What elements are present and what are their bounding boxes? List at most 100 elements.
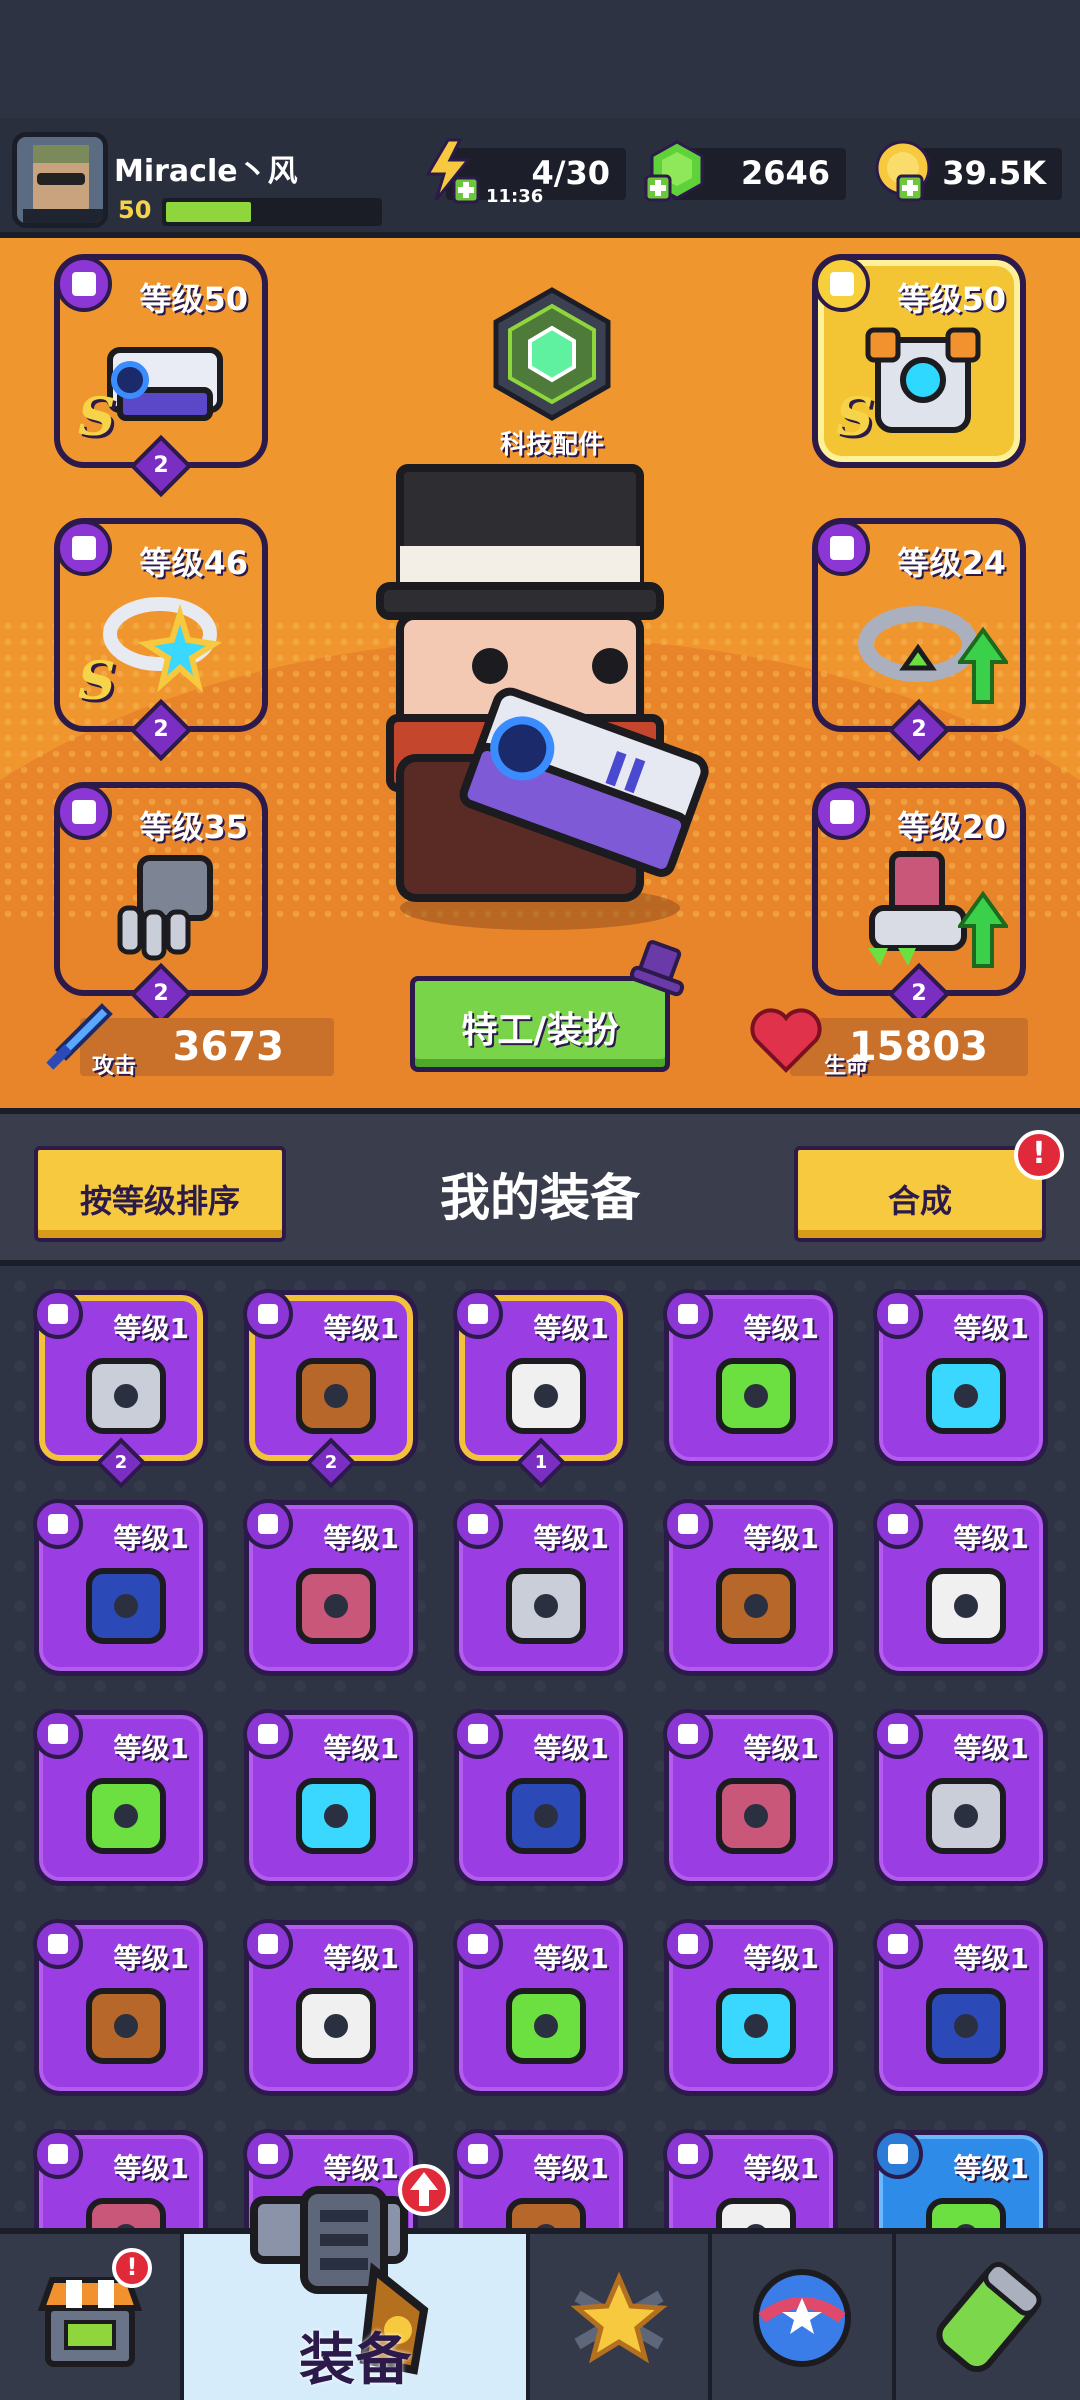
merge-button[interactable]: 合成	[794, 1146, 1046, 1242]
slot-level: 等级20	[897, 808, 1006, 846]
star-belt-icon	[506, 1778, 586, 1854]
boots-icon	[506, 2198, 586, 2228]
item-type-icon	[873, 1919, 923, 1969]
item-type-icon	[453, 1919, 503, 1969]
slot-rank: S	[836, 387, 874, 448]
frost-claw-icon	[716, 1778, 796, 1854]
armor-type-icon	[814, 256, 870, 312]
gold-belt-icon	[296, 1778, 376, 1854]
hp-value: 15803	[848, 1024, 988, 1070]
green-gauntlet-icon	[296, 1988, 376, 2064]
frost-claw-icon	[926, 1778, 1006, 1854]
item-level: 等级1	[113, 1312, 189, 1345]
inventory-item[interactable]: 等级1	[873, 1499, 1048, 1676]
nav-tab-lab[interactable]	[896, 2234, 1080, 2400]
nav-tab-shop[interactable]: !	[0, 2234, 184, 2400]
agent-costume-button[interactable]: 特工/装扮	[410, 940, 685, 1072]
item-type-icon	[453, 1289, 503, 1339]
inventory-item[interactable]: 等级1	[33, 1709, 208, 1886]
player-name: Miracle丶风	[114, 154, 298, 189]
nav-tab-battle[interactable]	[530, 2234, 712, 2400]
star-ring-icon	[103, 597, 223, 693]
upgrade-available-icon	[398, 2164, 450, 2216]
item-level: 等级1	[533, 2152, 609, 2185]
item-type-icon	[33, 1919, 83, 1969]
inventory-item[interactable]: 等级1	[663, 1289, 838, 1466]
inventory-item[interactable]: 等级1	[663, 1709, 838, 1886]
status-bar	[0, 0, 1080, 118]
nav-tab-world[interactable]	[712, 2234, 896, 2400]
item-level: 等级1	[743, 1942, 819, 1975]
inventory-item[interactable]: 等级1	[873, 1709, 1048, 1886]
coin-counter[interactable]: 39.5K	[875, 140, 1062, 202]
inventory-item[interactable]: 等级1	[453, 1919, 628, 2096]
inventory-item[interactable]: 等级1	[33, 1499, 208, 1676]
item-type-icon	[243, 1289, 293, 1339]
inventory-item[interactable]: 等级1	[33, 1919, 208, 2096]
slot-stars: 2	[153, 981, 169, 1006]
item-level: 等级1	[953, 1312, 1029, 1345]
inventory-item[interactable]: 等级1	[663, 1919, 838, 2096]
inventory-item[interactable]: 等级1	[243, 1709, 418, 1886]
equipped-belt-slot[interactable]: 等级24 2	[812, 518, 1026, 762]
inventory-item[interactable]: 等级1	[33, 2129, 208, 2228]
item-type-icon	[243, 1709, 293, 1759]
steel-gauntlet-icon	[117, 855, 213, 961]
avatar-suit	[23, 209, 103, 223]
item-level: 等级1	[113, 1732, 189, 1765]
inventory-item[interactable]: 等级1	[873, 1289, 1048, 1466]
boots-type-icon	[814, 784, 870, 840]
lightning-plus-icon	[425, 138, 480, 204]
equipped-boots-slot[interactable]: 等级20 2	[812, 782, 1026, 1026]
inventory-item[interactable]: 等级1	[663, 1499, 838, 1676]
item-stars: 2	[324, 1452, 338, 1473]
inventory-item[interactable]: 等级1	[663, 2129, 838, 2228]
claw-boots-icon	[716, 1988, 796, 2064]
energy-timer: 11:36	[486, 186, 544, 207]
heart-icon	[750, 1008, 822, 1073]
kunai-icon	[716, 1358, 796, 1434]
xp-bar	[162, 198, 382, 226]
attack-value: 3673	[172, 1024, 284, 1070]
avatar[interactable]	[12, 132, 108, 228]
slot-stars: 2	[153, 453, 169, 478]
equipped-glove-slot[interactable]: 等级35 2	[54, 782, 268, 1026]
inventory-item[interactable]: 等级1 2	[33, 1289, 208, 1489]
inventory-toolbar: 按等级排序 我的装备 合成 !	[0, 1108, 1080, 1266]
item-level: 等级1	[743, 2152, 819, 2185]
inventory-item[interactable]: 等级1	[873, 2129, 1048, 2228]
xp-bar-fill	[166, 202, 251, 222]
inventory-item[interactable]: 等级1	[453, 1709, 628, 1886]
kunai-icon	[86, 1358, 166, 1434]
item-level: 等级1	[743, 1522, 819, 1555]
nav-tab-equipment[interactable]: 装备	[184, 2164, 530, 2400]
slot-level: 等级35	[139, 808, 248, 846]
tech-parts-label: 科技配件	[499, 430, 604, 460]
item-level: 等级1	[533, 1312, 609, 1345]
boots-icon	[86, 2198, 166, 2228]
top-header: Miracle丶风 50 4/30 11:36 2646 39.5K	[0, 118, 1080, 238]
inventory-item[interactable]: 等级1 1	[453, 1289, 628, 1489]
green-gem-plus-icon	[644, 140, 704, 202]
equipped-necklace-slot[interactable]: 等级46 S 2	[54, 518, 268, 762]
tech-parts-button[interactable]: 科技配件	[482, 284, 622, 460]
slot-level: 等级50	[139, 280, 248, 318]
item-level: 等级1	[113, 1942, 189, 1975]
item-type-icon	[873, 1709, 923, 1759]
inventory-item[interactable]: 等级1	[453, 1499, 628, 1676]
equipped-weapon-slot[interactable]: 等级50 S 2	[54, 254, 268, 498]
equipped-armor-slot[interactable]: 等级50 S	[812, 254, 1026, 468]
inventory-item[interactable]: 等级1	[243, 1499, 418, 1676]
inventory-item[interactable]: 等级1	[243, 1919, 418, 2096]
boots-icon	[716, 2198, 796, 2228]
inventory-item[interactable]: 等级1	[873, 1919, 1048, 2096]
inventory-item[interactable]: 等级1 2	[243, 1289, 418, 1489]
inventory-item[interactable]: 等级1	[453, 2129, 628, 2228]
slot-stars: 2	[153, 717, 169, 742]
slot-stars: 2	[911, 981, 927, 1006]
item-type-icon	[663, 1499, 713, 1549]
gold-coin-plus-icon	[875, 140, 931, 202]
item-type-icon	[663, 1289, 713, 1339]
attack-stat: 攻击 3673	[46, 1003, 334, 1079]
gem-counter[interactable]: 2646	[644, 140, 846, 202]
